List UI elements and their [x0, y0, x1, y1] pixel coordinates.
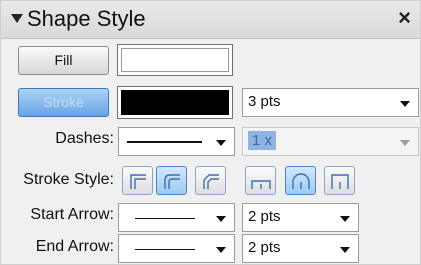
close-icon[interactable]: ×	[398, 7, 411, 29]
chevron-down-icon	[340, 216, 350, 222]
chevron-down-icon	[340, 247, 350, 253]
fill-color-swatch[interactable]	[117, 44, 233, 76]
dash-scale-value: 1 x	[248, 131, 277, 150]
square-cap-icon	[331, 174, 349, 189]
start-arrow-dropdown[interactable]	[118, 203, 235, 232]
stroke-color-fill	[121, 90, 229, 115]
start-arrow-size-value: 2 pts	[248, 208, 281, 225]
stroke-width-dropdown[interactable]: 3 pts	[242, 88, 419, 117]
butt-cap-button[interactable]	[245, 166, 276, 195]
round-cap-icon	[292, 173, 310, 189]
miter-join-icon	[130, 174, 146, 189]
dash-style-dropdown[interactable]	[118, 127, 235, 156]
fill-button[interactable]: Fill	[18, 46, 109, 75]
chevron-down-icon	[400, 101, 410, 107]
plain-line-sample-icon	[135, 218, 195, 219]
stroke-style-label: Stroke Style:	[23, 171, 114, 188]
end-arrow-dropdown[interactable]	[118, 234, 235, 263]
end-arrow-label: End Arrow:	[35, 238, 114, 255]
fill-color-fill	[121, 48, 229, 72]
stroke-color-swatch[interactable]	[117, 86, 233, 119]
round-cap-button[interactable]	[285, 166, 316, 195]
butt-cap-icon	[251, 180, 271, 189]
panel-title: Shape Style	[27, 6, 146, 31]
plain-line-sample-icon	[135, 249, 195, 250]
bevel-join-button[interactable]	[195, 166, 226, 195]
start-arrow-label: Start Arrow:	[30, 206, 114, 223]
stroke-width-value: 3 pts	[248, 93, 281, 110]
dashes-label: Dashes:	[55, 130, 114, 147]
square-cap-button[interactable]	[324, 166, 355, 195]
dash-scale-dropdown[interactable]: 1 x	[242, 127, 419, 156]
end-arrow-size-dropdown[interactable]: 2 pts	[242, 234, 359, 263]
round-join-icon	[164, 174, 180, 189]
stroke-button[interactable]: Stroke	[18, 88, 109, 117]
chevron-down-icon	[400, 140, 410, 146]
chevron-down-icon	[216, 247, 226, 253]
start-arrow-size-dropdown[interactable]: 2 pts	[242, 203, 359, 232]
chevron-down-icon	[216, 216, 226, 222]
collapse-triangle-icon[interactable]	[11, 14, 23, 23]
end-arrow-size-value: 2 pts	[248, 239, 281, 256]
round-join-button[interactable]	[156, 166, 187, 195]
chevron-down-icon	[216, 140, 226, 146]
shape-style-panel: Shape Style × Fill Stroke 3 pts Dashes: …	[0, 0, 421, 265]
panel-titlebar[interactable]: Shape Style ×	[1, 1, 420, 39]
miter-join-button[interactable]	[122, 166, 153, 195]
solid-line-sample-icon	[127, 141, 202, 143]
bevel-join-icon	[203, 174, 219, 189]
